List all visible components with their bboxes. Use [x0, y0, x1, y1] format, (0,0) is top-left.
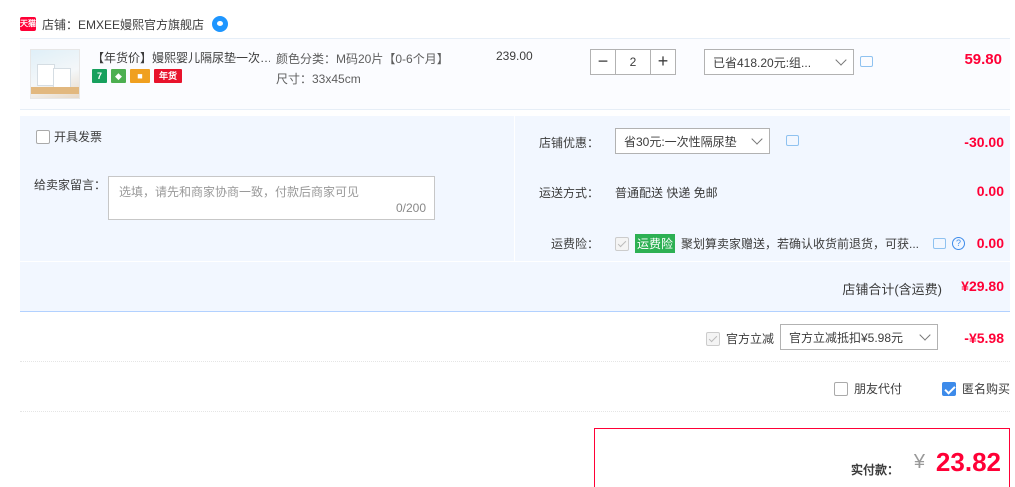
- official-discount-value: 官方立减抵扣¥5.98元: [789, 330, 904, 345]
- item-total: 59.80: [964, 51, 1002, 68]
- credit-card-icon: ■: [130, 69, 150, 83]
- item-discount-select[interactable]: 已省418.20元:组...: [704, 49, 854, 75]
- official-discount-amount: -¥5.98: [964, 330, 1004, 346]
- subtotal-label: 店铺合计(含运费): [842, 282, 942, 297]
- order-item-row: 【年货价】嫚熙婴儿隔尿垫一次… 7 ◆ ■ 年货 颜色分类：M码20片【0-6个…: [20, 38, 1010, 110]
- insurance-checkbox: [615, 236, 629, 251]
- product-title-link[interactable]: 【年货价】嫚熙婴儿隔尿垫一次…: [92, 49, 270, 66]
- chevron-down-icon: [919, 329, 931, 341]
- guarantee-icon: ◆: [111, 69, 126, 83]
- insurance-description: 聚划算卖家赠送，若确认收货前退货，可获...: [681, 237, 920, 251]
- quantity-stepper: − +: [590, 49, 676, 75]
- memo-placeholder: 选填，请先和商家协商一致，付款后商家可见: [119, 185, 360, 199]
- product-thumbnail[interactable]: [30, 49, 80, 99]
- shop-coupon-amount: -30.00: [964, 134, 1004, 150]
- comment-icon[interactable]: [933, 238, 947, 249]
- chevron-down-icon: [751, 133, 763, 145]
- increase-quantity-button[interactable]: +: [650, 49, 676, 75]
- subtotal-value: ¥29.80: [961, 278, 1004, 294]
- seven-day-return-icon: 7: [92, 69, 107, 83]
- quantity-input[interactable]: [616, 49, 650, 75]
- sku-size: 尺寸：33x45cm: [276, 72, 361, 86]
- memo-label: 给卖家留言：: [34, 178, 107, 192]
- shipping-label: 运送方式：: [539, 186, 600, 200]
- official-discount-label: 官方立减: [726, 332, 775, 346]
- sku-info: 颜色分类：M码20片【0-6个月】 尺寸：33x45cm: [276, 49, 449, 89]
- invoice-option[interactable]: 开具发票: [36, 128, 102, 145]
- shop-coupon-label: 店铺优惠：: [539, 136, 600, 150]
- invoice-checkbox[interactable]: [36, 129, 50, 144]
- friend-pay-label: 朋友代付: [854, 382, 903, 396]
- help-icon[interactable]: ?: [952, 237, 966, 250]
- sku-color: 颜色分类：M码20片【0-6个月】: [276, 52, 449, 66]
- product-badges: 7 ◆ ■ 年货: [92, 69, 182, 83]
- friend-pay-option[interactable]: 朋友代付: [834, 380, 902, 397]
- official-discount-select[interactable]: 官方立减抵扣¥5.98元: [780, 324, 938, 350]
- shop-name-link[interactable]: 店铺：EMXEE嫚熙官方旗舰店: [42, 16, 204, 33]
- shipping-method: 普通配送 快递 免邮: [615, 186, 718, 200]
- chevron-down-icon: [835, 54, 847, 66]
- payment-label: 实付款：: [850, 463, 899, 477]
- insurance-row: 运费险 聚划算卖家赠送，若确认收货前退货，可获... ?: [615, 234, 966, 253]
- seller-memo-input[interactable]: 选填，请先和商家协商一致，付款后商家可见 0/200: [108, 176, 435, 220]
- shop-coupon-value: 省30元:一次性隔尿垫: [624, 134, 737, 149]
- comment-icon[interactable]: [860, 56, 873, 67]
- new-year-goods-badge: 年货: [154, 69, 182, 83]
- official-discount-row: 官方立减 官方立减抵扣¥5.98元 -¥5.98: [20, 314, 1010, 362]
- chat-seller-icon[interactable]: [212, 16, 229, 32]
- official-discount-option[interactable]: 官方立减: [706, 330, 774, 347]
- order-fees-panel: 店铺优惠： 省30元:一次性隔尿垫 -30.00 运送方式： 普通配送 快递 免…: [515, 116, 1010, 261]
- shop-coupon-select[interactable]: 省30元:一次性隔尿垫: [615, 128, 770, 154]
- shop-header: 天猫 店铺：EMXEE嫚熙官方旗舰店: [20, 14, 229, 34]
- official-discount-checkbox[interactable]: [706, 331, 720, 346]
- currency-symbol: ¥: [913, 451, 925, 473]
- memo-char-count: 0/200: [395, 201, 426, 215]
- payment-total-box: 实付款： ¥ 23.82: [594, 428, 1010, 487]
- item-discount-value: 已省418.20元:组...: [713, 55, 812, 70]
- insurance-label: 运费险：: [551, 237, 600, 251]
- friend-pay-checkbox[interactable]: [834, 381, 848, 396]
- tmall-badge-icon: 天猫: [20, 17, 36, 31]
- comment-icon[interactable]: [786, 135, 799, 146]
- unit-price: 239.00: [496, 49, 533, 63]
- anonymous-buy-label: 匿名购买: [962, 382, 1011, 396]
- insurance-tag: 运费险: [635, 234, 676, 253]
- order-notes-panel: 开具发票 给卖家留言： 选填，请先和商家协商一致，付款后商家可见 0/200: [20, 116, 514, 261]
- anonymous-buy-checkbox[interactable]: [942, 381, 956, 396]
- shop-subtotal-bar: 店铺合计(含运费) ¥29.80: [20, 262, 1010, 312]
- shipping-amount: 0.00: [976, 183, 1004, 199]
- decrease-quantity-button[interactable]: −: [590, 49, 616, 75]
- invoice-label: 开具发票: [54, 130, 103, 144]
- insurance-amount: 0.00: [976, 235, 1004, 251]
- anonymous-buy-option[interactable]: 匿名购买: [942, 380, 1010, 397]
- payment-options-row: 朋友代付 匿名购买: [20, 362, 1010, 412]
- payment-amount: 23.82: [935, 447, 1001, 477]
